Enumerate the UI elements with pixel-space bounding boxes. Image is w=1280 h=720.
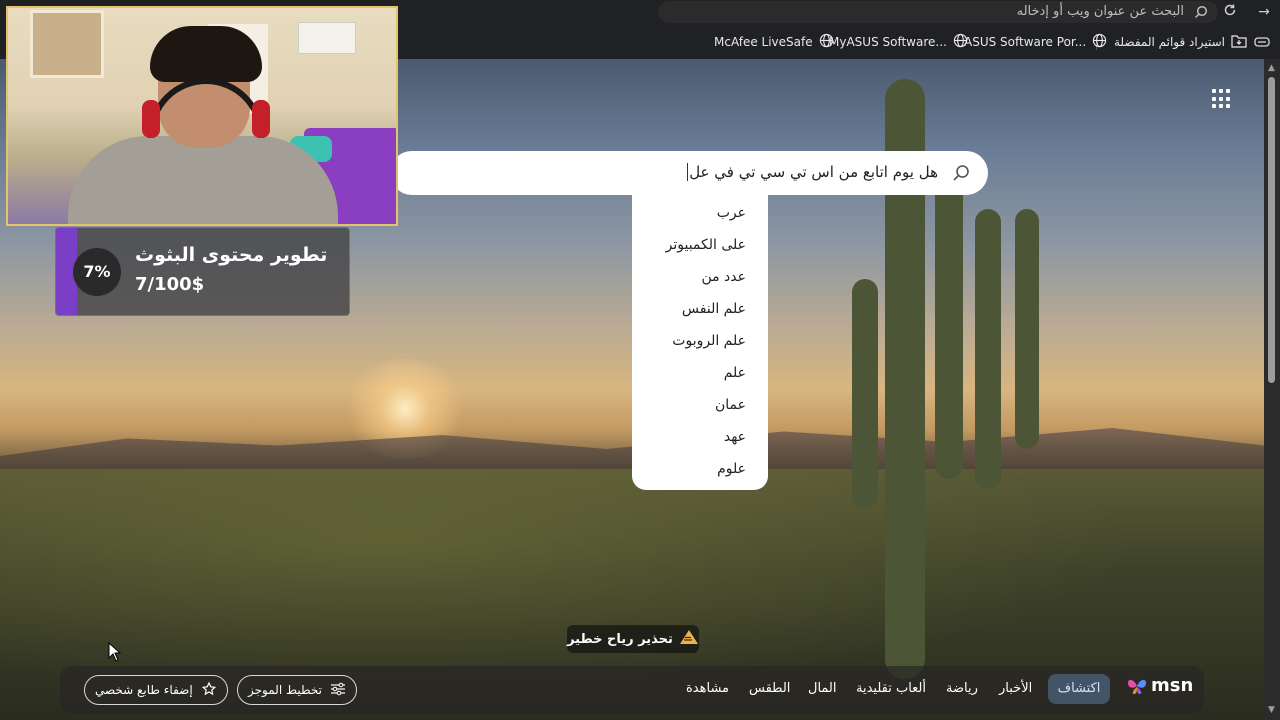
streamer-hair — [150, 26, 262, 82]
headset-earcup — [142, 100, 160, 138]
address-bar[interactable]: البحث عن عنوان ويب أو إدخاله — [658, 1, 1218, 23]
suggestion-item[interactable]: عرب — [717, 205, 746, 221]
weather-alert-button[interactable]: تحذير رياح خطير — [567, 625, 699, 653]
scrollbar-thumb[interactable] — [1268, 77, 1275, 383]
bookmark-label: ASUS Software Por... — [964, 35, 1087, 49]
msn-logo[interactable]: msn — [1126, 675, 1193, 696]
air-conditioner — [298, 22, 356, 54]
feed-layout-label: تخطيط الموجز — [248, 683, 322, 697]
tab-weather[interactable]: الطقس — [749, 681, 790, 696]
address-placeholder: البحث عن عنوان ويب أو إدخاله — [1016, 4, 1184, 19]
search-icon — [1194, 4, 1208, 23]
scroll-up-icon[interactable]: ▲ — [1268, 63, 1275, 73]
bookmark-mcafee-livesafe[interactable]: McAfee LiveSafe — [714, 33, 834, 51]
bookmark-label: استيراد قوائم المفضلة — [1114, 35, 1225, 49]
forward-icon[interactable]: → — [1254, 3, 1274, 21]
suggestion-item[interactable]: عمان — [715, 397, 746, 413]
webcam-overlay — [6, 6, 398, 226]
weather-alert-label: تحذير رياح خطير — [567, 631, 673, 647]
page-scrollbar[interactable]: ▲ ▼ — [1264, 59, 1280, 720]
star-sparkle-icon — [201, 681, 217, 700]
bookmark-import-favorites[interactable]: استيراد قوائم المفضلة — [1114, 33, 1247, 51]
goal-title: تطوير محتوى البثوث — [135, 244, 328, 266]
msn-feed-bar: msn اكتشاف الأخبار رياضة ألعاب تقليدية ا… — [60, 666, 1204, 714]
tab-sports[interactable]: رياضة — [946, 681, 978, 696]
headset-earcup — [252, 100, 270, 138]
refresh-icon[interactable] — [1220, 3, 1240, 21]
mouse-cursor-icon — [108, 641, 122, 666]
suggestion-item[interactable]: علوم — [717, 461, 746, 477]
cactus-arm — [975, 209, 1001, 489]
bookmark-label: McAfee LiveSafe — [714, 35, 813, 49]
personalize-label: إضفاء طابع شخصي — [95, 683, 193, 697]
tab-money[interactable]: المال — [808, 681, 837, 696]
tab-casual-games[interactable]: ألعاب تقليدية — [856, 681, 926, 696]
personalize-button[interactable]: إضفاء طابع شخصي — [84, 675, 228, 705]
globe-icon — [1092, 33, 1107, 51]
stream-goal-widget: 7% تطوير محتوى البثوث 7/100$ — [55, 227, 350, 316]
cactus-arm — [1015, 209, 1039, 449]
reading-view-icon[interactable] — [1254, 34, 1270, 53]
bookmark-label: MyASUS Software... — [829, 35, 947, 49]
tab-news[interactable]: الأخبار — [999, 681, 1032, 696]
tab-watch[interactable]: مشاهدة — [686, 681, 729, 696]
search-icon[interactable] — [952, 164, 970, 186]
globe-icon — [953, 33, 968, 51]
search-suggestions: عرب على الكمبيوتر عدد من علم النفس علم ا… — [632, 195, 768, 490]
msn-brand: msn — [1151, 675, 1194, 696]
feed-layout-button[interactable]: تخطيط الموجز — [237, 675, 357, 705]
cactus-arm — [935, 179, 963, 479]
apps-grid-icon[interactable] — [1212, 89, 1232, 109]
wall-picture — [30, 10, 104, 78]
suggestion-item[interactable]: على الكمبيوتر — [666, 237, 746, 253]
goal-amount: 7/100$ — [135, 274, 205, 295]
suggestion-item[interactable]: عهد — [724, 429, 746, 445]
globe-icon — [819, 33, 834, 51]
bookmark-myasus-software[interactable]: MyASUS Software... — [829, 33, 968, 51]
streamer-body — [68, 136, 338, 224]
wind-warning-icon — [679, 629, 699, 649]
sliders-icon — [330, 682, 346, 699]
suggestion-item[interactable]: علم الروبوت — [672, 333, 746, 349]
web-search-box[interactable]: هل يوم اتابع من اس تي سي تي في عل — [390, 151, 988, 195]
tab-discover[interactable]: اكتشاف — [1048, 674, 1110, 704]
folder-import-icon — [1231, 34, 1247, 51]
goal-percent: 7% — [73, 248, 121, 296]
cactus-arm — [852, 279, 878, 509]
scroll-down-icon[interactable]: ▼ — [1268, 705, 1275, 715]
search-input[interactable]: هل يوم اتابع من اس تي سي تي في عل — [687, 163, 938, 181]
suggestion-item[interactable]: علم النفس — [682, 301, 746, 317]
suggestion-item[interactable]: عدد من — [701, 269, 746, 285]
bookmark-asus-software-portal[interactable]: ASUS Software Por... — [964, 33, 1107, 51]
suggestion-item[interactable]: علم — [724, 365, 746, 381]
butterfly-icon — [1128, 679, 1146, 694]
